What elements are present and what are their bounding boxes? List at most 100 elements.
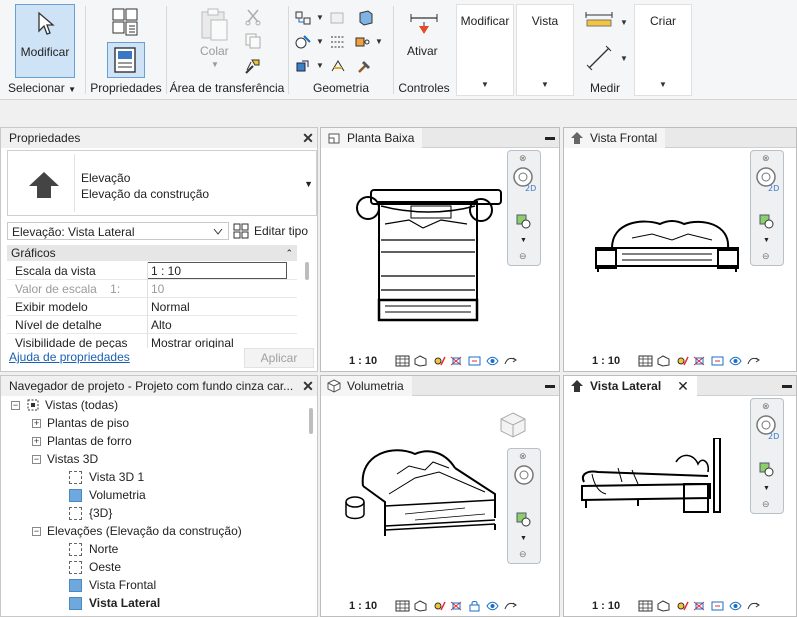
type-selector[interactable]: Elevação Elevação da construção ▼ (7, 150, 317, 216)
view-scale[interactable]: 1 : 10 (592, 355, 620, 367)
steering-wheel-icon[interactable]: 2D (511, 165, 537, 195)
prop-row[interactable]: Nível de detalhe Alto (7, 316, 297, 334)
sun-path-icon[interactable] (431, 600, 446, 612)
tree-item-volumetria[interactable]: Volumetria (69, 486, 146, 504)
chevron-down-icon[interactable]: ▼ (520, 535, 527, 542)
close-icon[interactable]: ⊗ (519, 451, 527, 462)
options-icon[interactable]: ⊖ (519, 549, 527, 560)
close-icon[interactable]: ⊗ (762, 401, 770, 412)
view-scale[interactable]: 1 : 10 (349, 355, 377, 367)
hide-crop-icon[interactable] (710, 355, 725, 367)
linework-icon[interactable] (329, 58, 347, 74)
chevron-down-icon[interactable]: ▼ (304, 179, 313, 189)
chevron-down-icon[interactable]: ▼ (763, 485, 770, 492)
close-icon[interactable]: ✕ (299, 378, 317, 395)
view-menu-icon[interactable]: ▬ (782, 380, 792, 391)
view-menu-icon[interactable]: ▬ (545, 132, 555, 143)
options-icon[interactable]: ⊖ (519, 251, 527, 262)
tree-item-plantas-forro[interactable]: + Plantas de forro (32, 432, 132, 450)
tree-item-norte[interactable]: Norte (69, 540, 118, 558)
view-vista-frontal[interactable]: Vista Frontal 2D ▼ ⊗ ⊖ 1 : 10 (563, 127, 797, 372)
activate-controls-icon[interactable] (407, 8, 441, 42)
detail-level-icon[interactable] (638, 600, 653, 612)
navigation-bar[interactable]: ▼ ⊗ ⊖ (507, 448, 541, 564)
visual-style-icon[interactable] (656, 600, 671, 612)
tree-item-oeste[interactable]: Oeste (69, 558, 121, 576)
navigation-bar[interactable]: 2D ▼ ⊗ ⊖ (750, 150, 784, 266)
measure-ruler-icon[interactable] (583, 10, 615, 28)
chevron-down-icon[interactable]: ▼ (520, 237, 527, 244)
steering-wheel-icon[interactable] (511, 463, 537, 489)
crop-icon[interactable] (449, 355, 464, 367)
visual-style-icon[interactable] (656, 355, 671, 367)
reveal-hidden-icon[interactable] (503, 600, 518, 612)
close-icon[interactable]: ✕ (299, 130, 317, 147)
tree-item-vista-3d-1[interactable]: Vista 3D 1 (69, 468, 144, 486)
properties-button[interactable] (107, 42, 145, 78)
navigator-scrollbar[interactable] (309, 408, 313, 434)
close-icon[interactable]: ⊗ (762, 153, 770, 164)
type-properties-icon[interactable] (110, 6, 142, 38)
collapse-icon[interactable]: − (32, 526, 41, 536)
tab-volumetria[interactable]: Volumetria (321, 376, 412, 396)
match-properties-icon[interactable] (243, 56, 263, 76)
reveal-hidden-icon[interactable] (746, 600, 761, 612)
close-icon[interactable]: ⊗ (519, 153, 527, 164)
expand-icon[interactable]: + (32, 436, 41, 446)
vista-panel[interactable]: Vista ▼ (516, 4, 574, 96)
paste-icon[interactable] (197, 6, 231, 42)
modificar-panel[interactable]: Modificar ▼ (456, 4, 514, 96)
close-icon[interactable]: ✕ (677, 378, 689, 395)
tree-item-elevacoes[interactable]: − Elevações (Elevação da construção) (32, 522, 242, 540)
prop-row[interactable]: Visibilidade de peças Mostrar original (7, 334, 297, 348)
detail-level-icon[interactable] (638, 355, 653, 367)
measure-aligned-icon[interactable] (584, 42, 614, 72)
split-face-icon[interactable] (329, 34, 347, 50)
zoom-icon[interactable] (758, 213, 776, 231)
tree-item-vista-frontal[interactable]: Vista Frontal (69, 576, 156, 594)
crop-icon[interactable] (692, 355, 707, 367)
join-icon[interactable] (357, 10, 375, 26)
collapse-icon[interactable]: − (11, 400, 20, 410)
zoom-icon[interactable] (515, 213, 533, 231)
tab-planta-baixa[interactable]: Planta Baixa (321, 128, 423, 148)
tab-vista-frontal[interactable]: Vista Frontal (564, 128, 666, 148)
scale-value-field[interactable]: 1 : 10 (147, 262, 287, 279)
steering-wheel-icon[interactable]: 2D (754, 413, 780, 443)
navigation-bar[interactable]: 2D ▼ ⊗ ⊖ (507, 150, 541, 266)
tree-item-vistas-3d[interactable]: − Vistas 3D (32, 450, 98, 468)
collapse-icon[interactable]: − (32, 454, 41, 464)
visual-style-icon[interactable] (413, 600, 428, 612)
paint-icon[interactable] (353, 34, 371, 50)
demolish-icon[interactable] (294, 58, 312, 74)
temporary-hide-icon[interactable] (485, 600, 500, 612)
sun-path-icon[interactable] (431, 355, 446, 367)
section-graficos[interactable]: Gráficos ⌃ (7, 245, 297, 261)
wall-joins-icon[interactable] (294, 34, 312, 50)
cope-icon[interactable] (294, 10, 312, 26)
view-scale[interactable]: 1 : 10 (592, 600, 620, 612)
steering-wheel-icon[interactable]: 2D (754, 165, 780, 195)
edit-type-button[interactable]: Editar tipo (233, 222, 308, 240)
view-menu-icon[interactable]: ▬ (545, 380, 555, 391)
sun-path-icon[interactable] (674, 600, 689, 612)
visual-style-icon[interactable] (413, 355, 428, 367)
view-volumetria[interactable]: Volumetria ▬ ▼ ⊗ ⊖ 1 : 10 (320, 375, 560, 617)
cut-icon[interactable] (244, 8, 262, 26)
reveal-hidden-icon[interactable] (503, 355, 518, 367)
prop-row[interactable]: Exibir modelo Normal (7, 298, 297, 316)
tab-vista-lateral[interactable]: Vista Lateral ✕ (564, 376, 697, 396)
temporary-hide-icon[interactable] (485, 355, 500, 367)
cut-geometry-icon[interactable] (329, 10, 347, 26)
tree-item-3d[interactable]: {3D} (69, 504, 112, 522)
tree-item-plantas-piso[interactable]: + Plantas de piso (32, 414, 129, 432)
expand-icon[interactable]: + (32, 418, 41, 428)
reveal-hidden-icon[interactable] (746, 355, 761, 367)
crop-icon[interactable] (692, 600, 707, 612)
options-icon[interactable]: ⊖ (762, 251, 770, 262)
view-scale[interactable]: 1 : 10 (349, 600, 377, 612)
selecionar-dropdown[interactable]: Selecionar ▼ (0, 81, 84, 95)
zoom-icon[interactable] (758, 461, 776, 479)
crop-icon[interactable] (449, 600, 464, 612)
temporary-hide-icon[interactable] (728, 355, 743, 367)
